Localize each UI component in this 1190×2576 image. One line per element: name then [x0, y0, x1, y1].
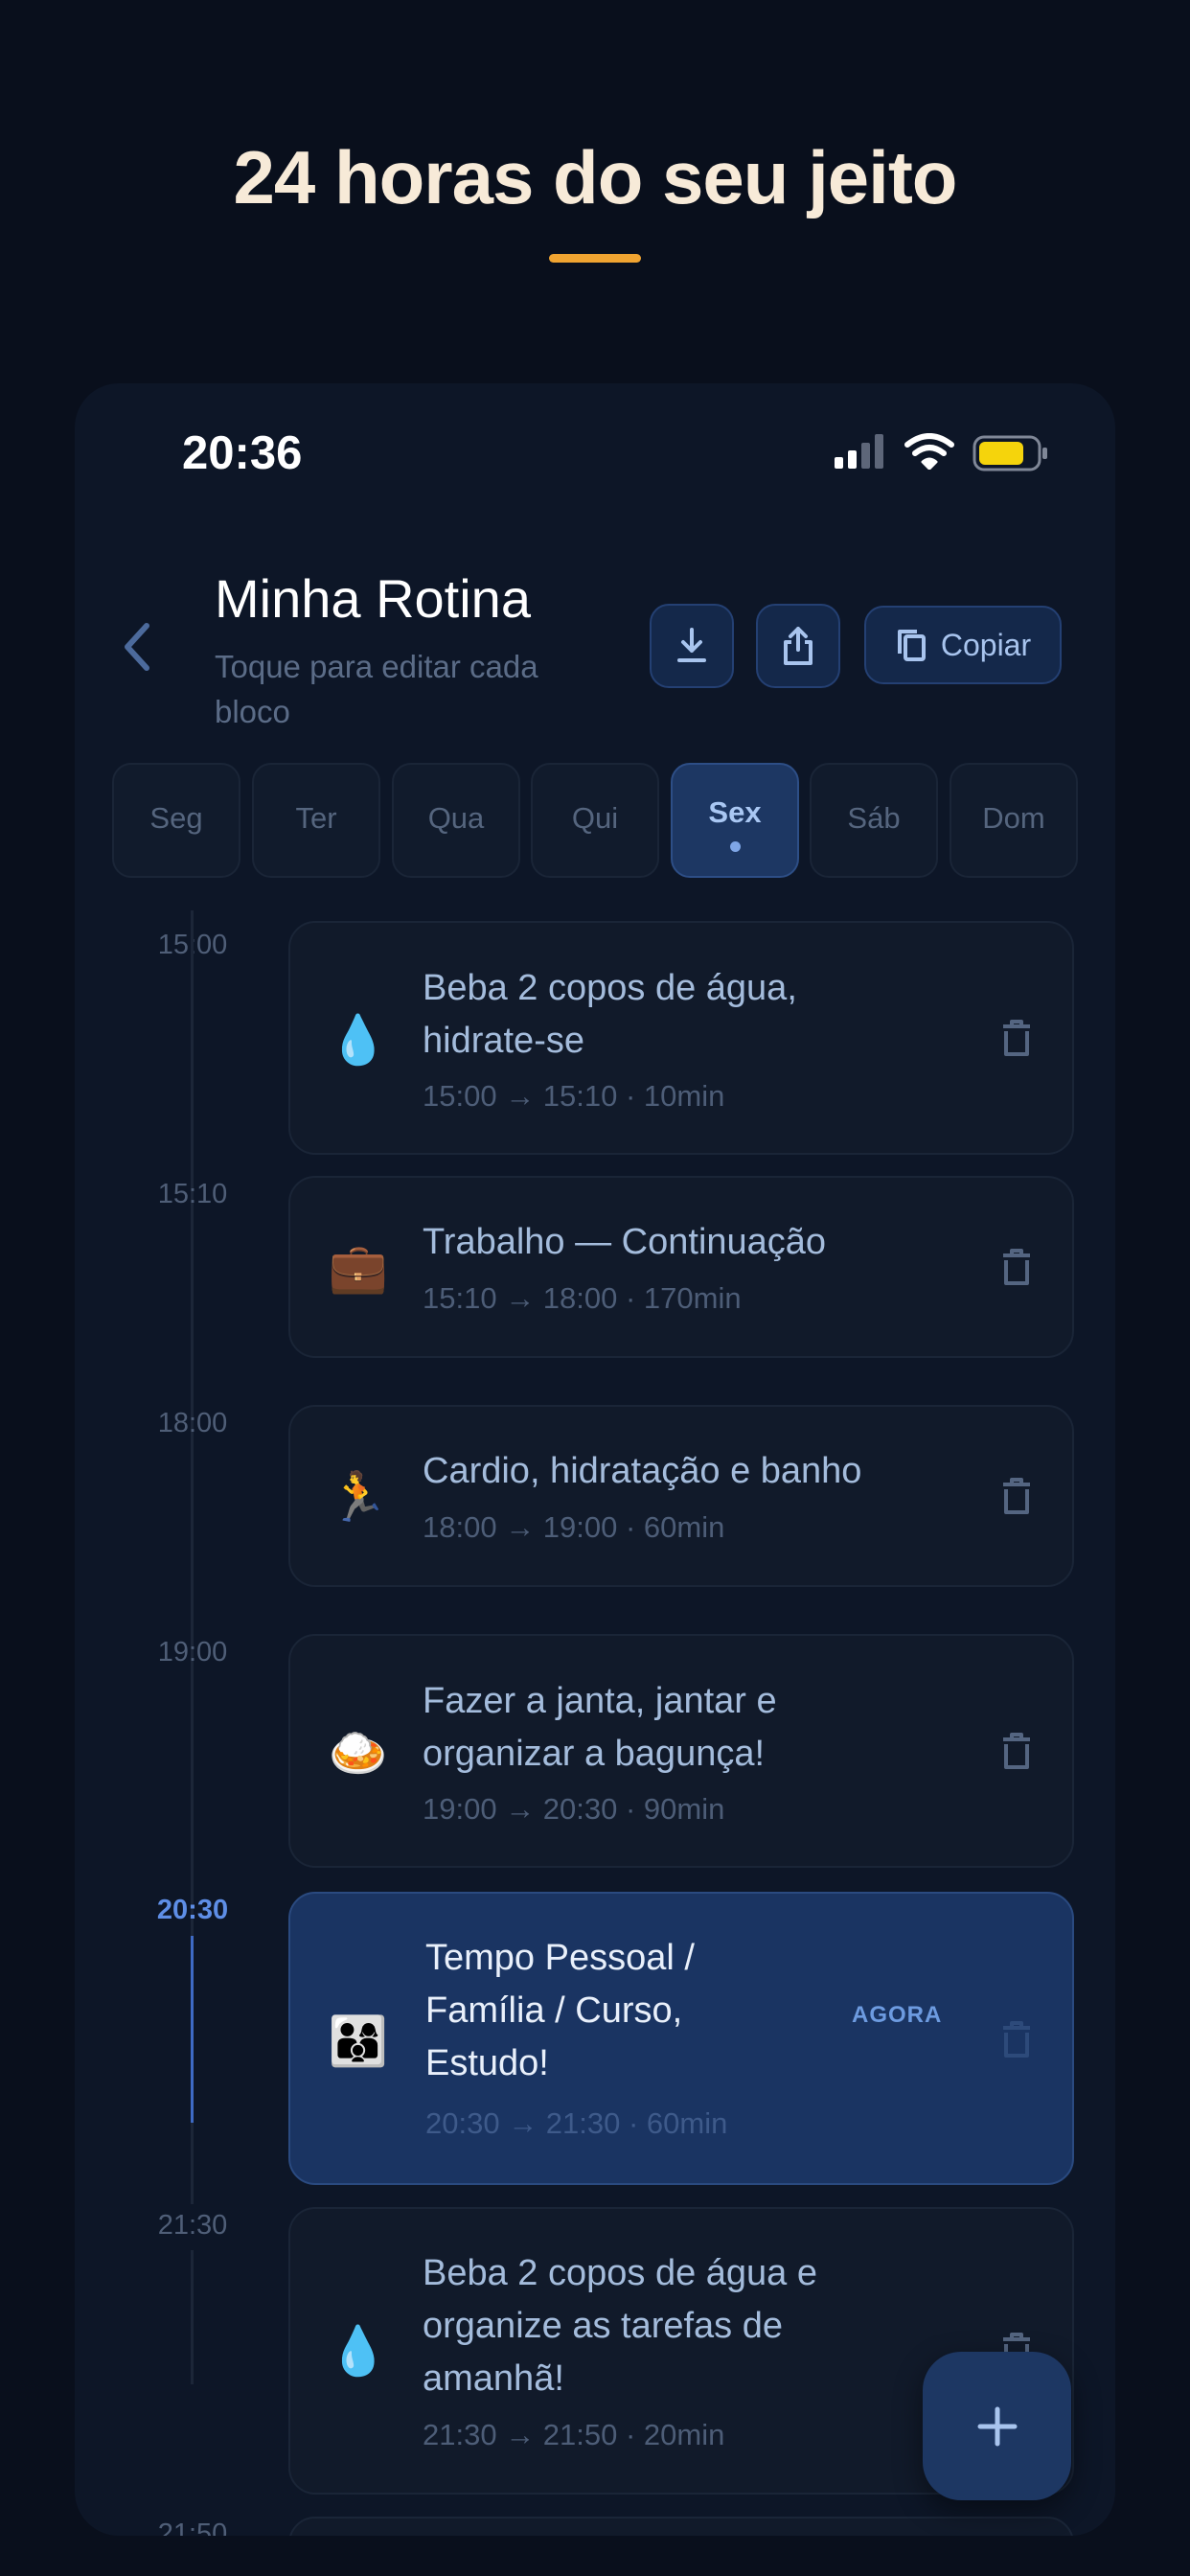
day-tab-qua[interactable]: Qua — [392, 763, 520, 878]
day-tab-qui[interactable]: Qui — [531, 763, 659, 878]
timeline-time: 15:10 — [157, 1179, 228, 1209]
timeline-time: 21:50 — [157, 2518, 228, 2536]
page-subtitle: Toque para editar cada bloco — [215, 649, 538, 729]
page-title: Minha Rotina — [215, 568, 531, 629]
block-title: Beba 2 copos de água e organize as taref… — [423, 2253, 818, 2399]
status-bar: 20:36 — [75, 426, 1115, 484]
day-tab-label: Sex — [708, 795, 762, 829]
block-emoji: 🍛 — [328, 1726, 389, 1780]
block-title: Fazer a janta, jantar e organizar a bagu… — [423, 1681, 777, 1774]
block-meta: 20:30 → 21:30 · 60min — [425, 2106, 728, 2140]
battery-icon — [973, 435, 1047, 472]
timeline-time-current: 20:30 — [156, 1895, 229, 1925]
trash-icon[interactable] — [997, 1017, 1036, 1059]
block-emoji: 💼 — [328, 1241, 389, 1295]
routine-block[interactable]: 🏃 Cardio, hidratação e banho 18:00 → 19:… — [288, 1405, 1074, 1587]
block-title: Beba 2 copos de água, hidrate-se — [423, 968, 797, 1061]
timeline-line-current — [191, 1936, 194, 2123]
back-button[interactable] — [113, 613, 161, 680]
copy-button[interactable]: Copiar — [864, 606, 1062, 684]
now-badge: AGORA — [852, 2002, 943, 2028]
block-title: Trabalho — Continuação — [423, 1222, 827, 1262]
block-meta: 21:30 → 21:50 · 20min — [423, 2418, 725, 2451]
wifi-icon — [904, 433, 954, 470]
plus-icon — [977, 2406, 1017, 2446]
add-block-button[interactable] — [923, 2352, 1071, 2500]
trash-icon[interactable] — [997, 1730, 1036, 1772]
trash-icon[interactable] — [997, 1475, 1036, 1517]
block-emoji: 💧 — [328, 1013, 389, 1067]
day-tab-dom[interactable]: Dom — [950, 763, 1078, 878]
routine-block[interactable]: 🍛 Fazer a janta, jantar e organizar a ba… — [288, 1634, 1074, 1868]
download-icon — [677, 628, 706, 662]
block-meta: 18:00 → 19:00 · 60min — [423, 1510, 725, 1544]
header: Minha Rotina Toque para editar cada bloc… — [75, 556, 1115, 729]
copy-icon — [897, 630, 926, 661]
signal-icon — [835, 434, 883, 469]
day-selector: Seg Ter Qua Qui Sex Sáb Dom — [112, 763, 1080, 878]
download-button[interactable] — [650, 604, 734, 688]
day-tab-sab[interactable]: Sáb — [810, 763, 938, 878]
share-icon — [784, 627, 812, 665]
copy-button-label: Copiar — [940, 627, 1032, 662]
chevron-left-icon — [125, 623, 149, 671]
day-tab-sex[interactable]: Sex — [671, 763, 799, 878]
block-meta: 15:10 → 18:00 · 170min — [423, 1281, 742, 1315]
block-meta: 19:00 → 20:30 · 90min — [423, 1792, 725, 1826]
timeline-line — [191, 2250, 194, 2384]
trash-icon[interactable] — [997, 1246, 1036, 1288]
block-meta: 15:00 → 15:10 · 10min — [423, 1079, 725, 1113]
day-tab-ter[interactable]: Ter — [252, 763, 380, 878]
timeline-time: 19:00 — [157, 1637, 228, 1668]
block-title: Tempo Pessoal / Família / Curso, Estudo! — [425, 1938, 695, 2083]
block-emoji: 👨‍👩‍👦 — [328, 2014, 389, 2068]
headline: 24 horas do seu jeito — [233, 135, 958, 219]
routine-block-current[interactable]: 👨‍👩‍👦 Tempo Pessoal / Família / Curso, E… — [288, 1892, 1074, 2185]
routine-block[interactable]: 💼 Trabalho — Continuação 15:10 → 18:00 ·… — [288, 1176, 1074, 1358]
phone-screen: 20:36 Minha Rotina Toque para editar cad… — [75, 383, 1115, 2536]
share-button[interactable] — [756, 604, 840, 688]
status-time: 20:36 — [182, 427, 303, 479]
block-emoji: 🏃 — [328, 1470, 389, 1524]
block-emoji: 💧 — [328, 2324, 389, 2378]
timeline-time: 21:30 — [157, 2210, 228, 2241]
block-title: Cardio, hidratação e banho — [423, 1451, 862, 1491]
selected-day-dot — [730, 841, 741, 852]
headline-underline — [549, 254, 641, 263]
routine-block[interactable]: 💧 Beba 2 copos de água, hidrate-se 15:00… — [288, 921, 1074, 1155]
trash-icon[interactable] — [997, 2018, 1036, 2060]
day-tab-seg[interactable]: Seg — [112, 763, 240, 878]
timeline-time: 18:00 — [157, 1408, 228, 1438]
routine-block[interactable] — [288, 2517, 1074, 2536]
